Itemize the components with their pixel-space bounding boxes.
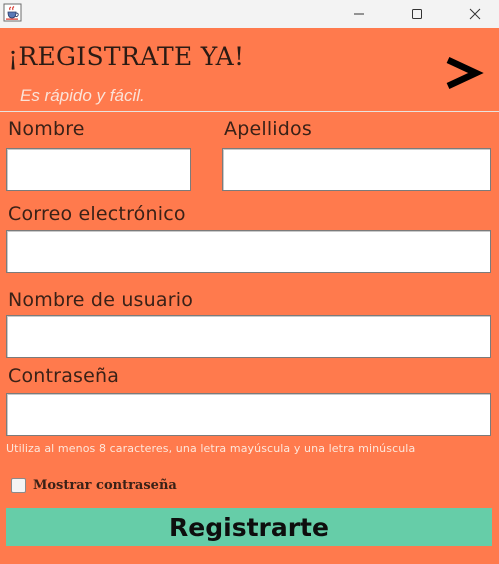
show-password-toggle[interactable]: Mostrar contraseña xyxy=(11,478,177,493)
header-divider xyxy=(0,111,499,112)
show-password-label: Mostrar contraseña xyxy=(33,478,177,493)
password-input[interactable] xyxy=(6,393,491,436)
page-title: ¡REGISTRATE YA! xyxy=(8,42,245,71)
register-button[interactable]: Registrarte xyxy=(6,508,492,546)
close-icon xyxy=(469,8,481,20)
last-name-input[interactable] xyxy=(222,148,491,191)
maximize-button[interactable] xyxy=(394,0,440,28)
maximize-icon xyxy=(412,9,422,19)
minimize-icon xyxy=(354,13,364,15)
minimize-button[interactable] xyxy=(336,0,382,28)
password-label: Contraseña xyxy=(8,365,120,387)
java-coffee-icon xyxy=(3,3,22,22)
username-label: Nombre de usuario xyxy=(8,289,194,311)
first-name-input[interactable] xyxy=(6,148,191,191)
email-label: Correo electrónico xyxy=(8,203,186,225)
first-name-label: Nombre xyxy=(8,118,85,140)
email-input[interactable] xyxy=(6,230,491,273)
password-hint: Utiliza al menos 8 caracteres, una letra… xyxy=(6,442,416,455)
next-button[interactable] xyxy=(440,42,488,98)
chevron-right-icon xyxy=(446,57,484,89)
registration-panel: ¡REGISTRATE YA! Es rápido y fácil. Nombr… xyxy=(0,28,499,564)
username-input[interactable] xyxy=(6,315,491,358)
close-button[interactable] xyxy=(452,0,498,28)
show-password-checkbox[interactable] xyxy=(11,478,26,493)
register-button-label: Registrarte xyxy=(169,512,329,542)
last-name-label: Apellidos xyxy=(224,118,312,140)
page-subtitle: Es rápido y fácil. xyxy=(20,86,145,105)
window-titlebar xyxy=(0,0,499,28)
